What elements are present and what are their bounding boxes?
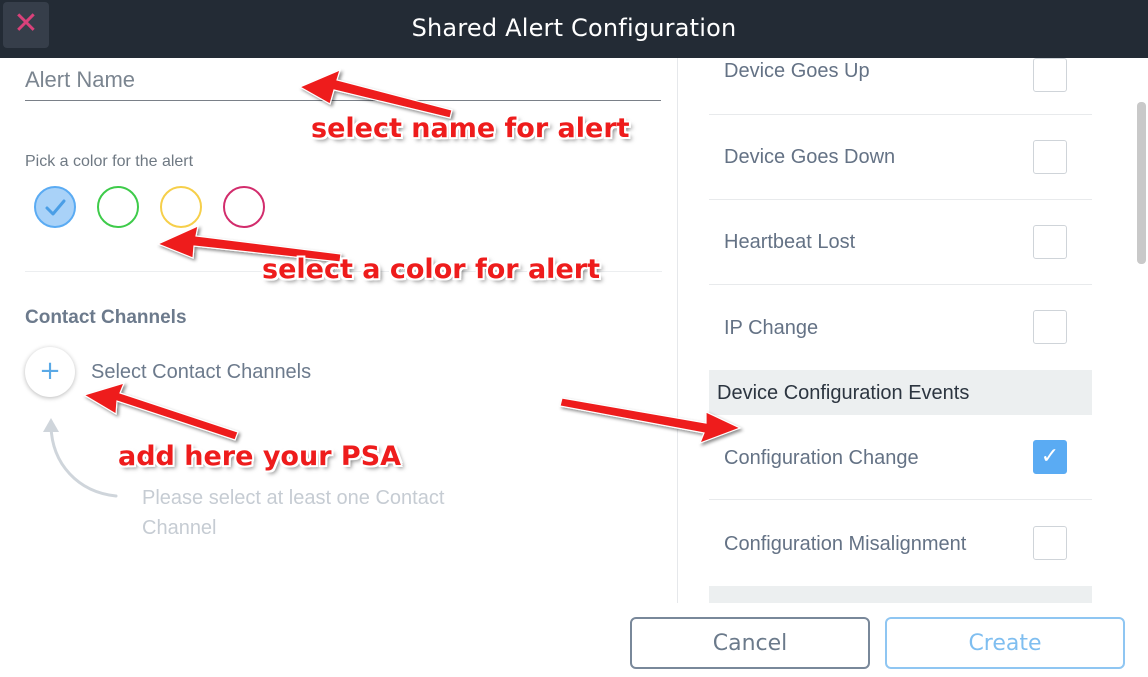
event-label: Device Goes Up: [724, 60, 870, 82]
create-button[interactable]: Create: [885, 617, 1125, 669]
event-row[interactable]: Device Goes Up: [709, 58, 1092, 115]
alert-name-input[interactable]: [25, 60, 661, 101]
annotation-psa: add here your PSA: [118, 441, 402, 472]
event-checkbox[interactable]: [1033, 310, 1067, 344]
event-checkbox-checked[interactable]: ✓: [1033, 440, 1067, 474]
event-checkbox[interactable]: [1033, 140, 1067, 174]
event-checkbox[interactable]: [1033, 58, 1067, 92]
event-row[interactable]: Configuration Change ✓: [709, 415, 1092, 500]
scrollbar[interactable]: [1137, 102, 1146, 264]
dialog-title: Shared Alert Configuration: [411, 14, 737, 42]
plus-icon: +: [39, 356, 61, 386]
event-label: Device Goes Down: [724, 146, 896, 168]
title-bar: ✕ Shared Alert Configuration: [0, 0, 1148, 58]
add-contact-channel-button[interactable]: +: [25, 347, 75, 397]
event-group-header: Device Configuration Events: [709, 370, 1092, 415]
color-swatch-green[interactable]: [97, 186, 139, 228]
event-group-label: Device Configuration Events: [717, 382, 970, 404]
check-icon: [45, 199, 66, 216]
event-row[interactable]: IP Change: [709, 285, 1092, 370]
annotation-color: select a color for alert: [262, 254, 600, 285]
event-checkbox[interactable]: [1033, 526, 1067, 560]
color-swatch-pink[interactable]: [223, 186, 265, 228]
select-contact-channels-label[interactable]: Select Contact Channels: [91, 361, 311, 384]
curved-arrow-icon: [43, 418, 118, 498]
event-row[interactable]: Configuration Misalignment: [709, 500, 1092, 585]
cancel-button[interactable]: Cancel: [630, 617, 870, 669]
event-group-header: [709, 586, 1092, 603]
event-row[interactable]: Device Goes Down: [709, 115, 1092, 200]
color-swatch-blue[interactable]: [34, 186, 76, 228]
event-checkbox[interactable]: [1033, 225, 1067, 259]
event-label: Configuration Change: [724, 447, 919, 469]
contact-channels-title: Contact Channels: [25, 307, 187, 328]
annotation-name: select name for alert: [311, 113, 630, 144]
check-icon: ✓: [1040, 444, 1060, 469]
event-row[interactable]: Heartbeat Lost: [709, 200, 1092, 285]
events-panel: Device Goes Up Device Goes Down Heartbea…: [678, 58, 1148, 603]
event-label: IP Change: [724, 317, 819, 339]
color-swatch-yellow[interactable]: [160, 186, 202, 228]
event-label: Configuration Misalignment: [724, 533, 967, 555]
color-picker-label: Pick a color for the alert: [25, 153, 194, 170]
contact-channel-hint: Please select at least one Contact Chann…: [142, 487, 445, 539]
event-label: Heartbeat Lost: [724, 231, 856, 253]
